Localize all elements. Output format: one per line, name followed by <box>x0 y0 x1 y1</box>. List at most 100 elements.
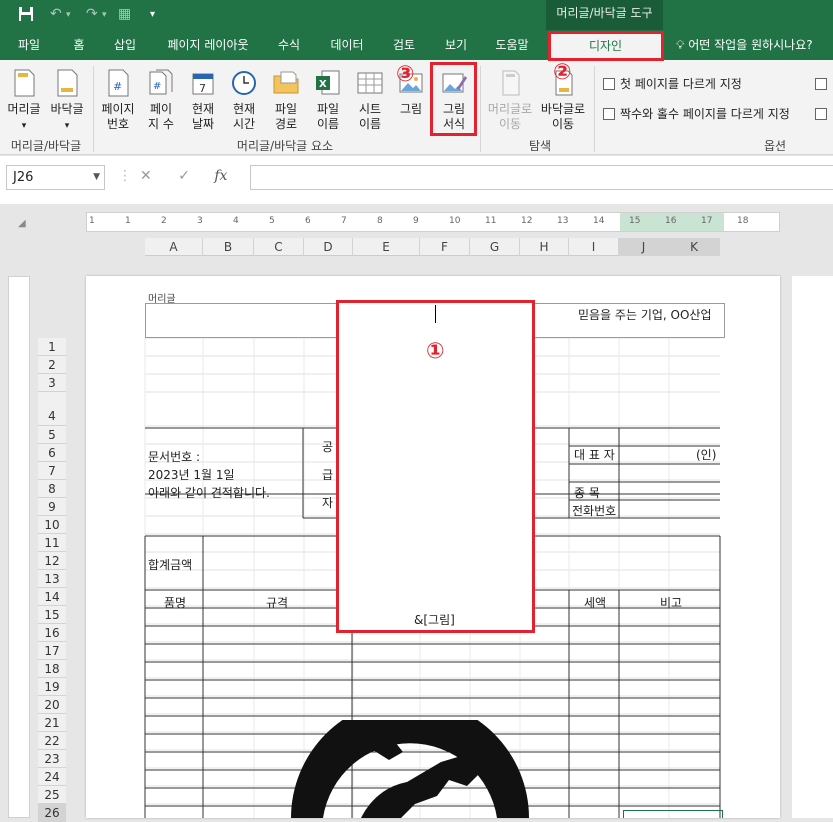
scale-with-document-checkbox[interactable] <box>815 76 832 92</box>
select-all-icon[interactable]: ◢ <box>18 218 26 229</box>
tab-formulas[interactable]: 수식 <box>268 30 310 60</box>
row-header-1[interactable]: 1 <box>38 338 66 356</box>
chevron-down-icon[interactable]: ▾ <box>66 10 71 20</box>
formula-buttons: ✕ ✓ fx <box>140 168 227 184</box>
form-icon[interactable]: ▦ <box>118 6 131 22</box>
selected-cell-j26[interactable] <box>623 810 723 818</box>
chevron-down-icon[interactable]: ▼ <box>93 166 100 189</box>
row-header-15[interactable]: 15 <box>38 606 66 624</box>
footer-button[interactable]: 바닥글 ▾ <box>46 68 88 134</box>
align-with-margins-checkbox[interactable] <box>815 106 832 122</box>
undo-icon[interactable]: ↶ <box>50 6 62 22</box>
row-header-5[interactable]: 5 <box>38 426 66 444</box>
row-header-19[interactable]: 19 <box>38 678 66 696</box>
row-header-6[interactable]: 6 <box>38 444 66 462</box>
column-header-i[interactable]: I <box>569 238 619 256</box>
tab-review[interactable]: 검토 <box>383 30 425 60</box>
column-header-f[interactable]: F <box>420 238 470 256</box>
current-date-button[interactable]: 7 현재 날짜 <box>184 68 222 132</box>
group-elements-label: 머리글/바닥글 요소 <box>236 139 334 153</box>
goto-header-button[interactable]: 머리글로 이동 <box>484 68 536 132</box>
tab-file[interactable]: 파일 <box>6 30 52 60</box>
customize-toolbar-icon[interactable]: ▾ <box>150 9 155 20</box>
row-header-23[interactable]: 23 <box>38 750 66 768</box>
column-header-d[interactable]: D <box>304 238 353 256</box>
picture-header-section[interactable]: ① &[그림] <box>336 300 535 633</box>
goto-header-label-1: 머리글로 <box>487 102 533 116</box>
header-button-label: 머리글 <box>7 102 41 116</box>
row-header-25[interactable]: 25 <box>38 786 66 804</box>
column-header-c[interactable]: C <box>254 238 304 256</box>
row-header-2[interactable]: 2 <box>38 356 66 374</box>
column-header-k[interactable]: K <box>669 238 720 256</box>
function-icon[interactable]: fx <box>214 168 227 184</box>
first-page-different-checkbox[interactable]: 첫 페이지를 다르게 지정 <box>603 76 742 92</box>
row-header-21[interactable]: 21 <box>38 714 66 732</box>
spec-column-header: 규격 <box>266 596 289 610</box>
tab-page-layout[interactable]: 페이지 레이아웃 <box>156 30 260 60</box>
category-label: 종 목 <box>574 486 600 500</box>
tab-data[interactable]: 데이터 <box>322 30 372 60</box>
column-header-h[interactable]: H <box>520 238 569 256</box>
current-time-button[interactable]: 현재 시간 <box>225 68 263 132</box>
column-header-b[interactable]: B <box>203 238 254 256</box>
tell-me-search[interactable]: 💡︎ 어떤 작업을 원하시나요? <box>676 30 813 60</box>
odd-even-different-checkbox[interactable]: 짝수와 홀수 페이지를 다르게 지정 <box>603 106 790 122</box>
row-header-4[interactable]: 4 <box>38 392 66 426</box>
row-header-16[interactable]: 16 <box>38 624 66 642</box>
vertical-ruler[interactable] <box>8 276 30 818</box>
row-header-3[interactable]: 3 <box>38 374 66 392</box>
page-count-button[interactable]: # 페이 지 수 <box>142 68 180 132</box>
file-name-button[interactable]: X 파일 이름 <box>309 68 347 132</box>
row-header-7[interactable]: 7 <box>38 462 66 480</box>
name-box[interactable]: J26 ▼ <box>6 165 105 190</box>
checkbox-box <box>603 108 615 120</box>
row-header-22[interactable]: 22 <box>38 732 66 750</box>
row-header-11[interactable]: 11 <box>38 534 66 552</box>
row-header-14[interactable]: 14 <box>38 588 66 606</box>
chevron-down-icon[interactable]: ▾ <box>102 10 107 20</box>
save-icon[interactable] <box>18 6 34 26</box>
cancel-icon[interactable]: ✕ <box>140 168 152 184</box>
header-right-text[interactable]: 믿음을 주는 기업, OO산업 <box>578 306 712 323</box>
format-picture-highlight <box>430 62 477 136</box>
row-header-12[interactable]: 12 <box>38 552 66 570</box>
tab-home[interactable]: 홈 <box>62 30 96 60</box>
column-header-e[interactable]: E <box>353 238 420 256</box>
sheet-name-button[interactable]: 시트 이름 <box>351 68 389 132</box>
row-headers[interactable]: 1 2 3 4 5 6 7 8 9 10 11 12 13 14 15 16 17 18 19 20 21 22 23 24 2… <box>38 338 66 822</box>
file-name-label-2: 이름 <box>316 117 340 131</box>
svg-text:7: 7 <box>199 82 206 95</box>
ruler-number: 15 <box>629 216 641 226</box>
row-header-20[interactable]: 20 <box>38 696 66 714</box>
row-header-26[interactable]: 26 <box>38 804 66 822</box>
supplier-label-2: 급 <box>322 468 334 482</box>
page-number-button[interactable]: # 페이지 번호 <box>97 68 139 132</box>
column-header-g[interactable]: G <box>470 238 520 256</box>
next-page-column[interactable] <box>792 276 833 818</box>
redo-icon[interactable]: ↷ <box>86 6 98 22</box>
tab-help[interactable]: 도움말 <box>486 30 538 60</box>
formula-input[interactable] <box>250 165 833 190</box>
row-header-10[interactable]: 10 <box>38 516 66 534</box>
tab-view[interactable]: 보기 <box>435 30 477 60</box>
row-header-8[interactable]: 8 <box>38 480 66 498</box>
column-header-a[interactable]: A <box>145 238 203 256</box>
supplier-label-3: 자 <box>322 496 334 510</box>
row-header-9[interactable]: 9 <box>38 498 66 516</box>
column-headers[interactable]: ABCDEFGHIJK <box>145 238 720 256</box>
context-tool-title: 머리글/바닥글 도구 <box>546 0 663 30</box>
row-header-24[interactable]: 24 <box>38 768 66 786</box>
footer-icon <box>57 69 78 97</box>
file-path-button[interactable]: 파일 경로 <box>267 68 305 132</box>
row-header-18[interactable]: 18 <box>38 660 66 678</box>
enter-icon[interactable]: ✓ <box>178 168 190 184</box>
row-header-13[interactable]: 13 <box>38 570 66 588</box>
tab-insert[interactable]: 삽입 <box>104 30 146 60</box>
header-button[interactable]: 머리글 ▾ <box>4 68 44 134</box>
worksheet-area: ◢ 1 1 2 3 4 5 6 7 8 9 10 11 12 13 14 15 16 17 18 ABCDEFGHI… <box>0 204 833 822</box>
ruler-number: 3 <box>197 216 203 226</box>
horizontal-ruler[interactable]: 1 1 2 3 4 5 6 7 8 9 10 11 12 13 14 15 16 17 18 <box>86 212 780 232</box>
column-header-j[interactable]: J <box>619 238 669 256</box>
row-header-17[interactable]: 17 <box>38 642 66 660</box>
